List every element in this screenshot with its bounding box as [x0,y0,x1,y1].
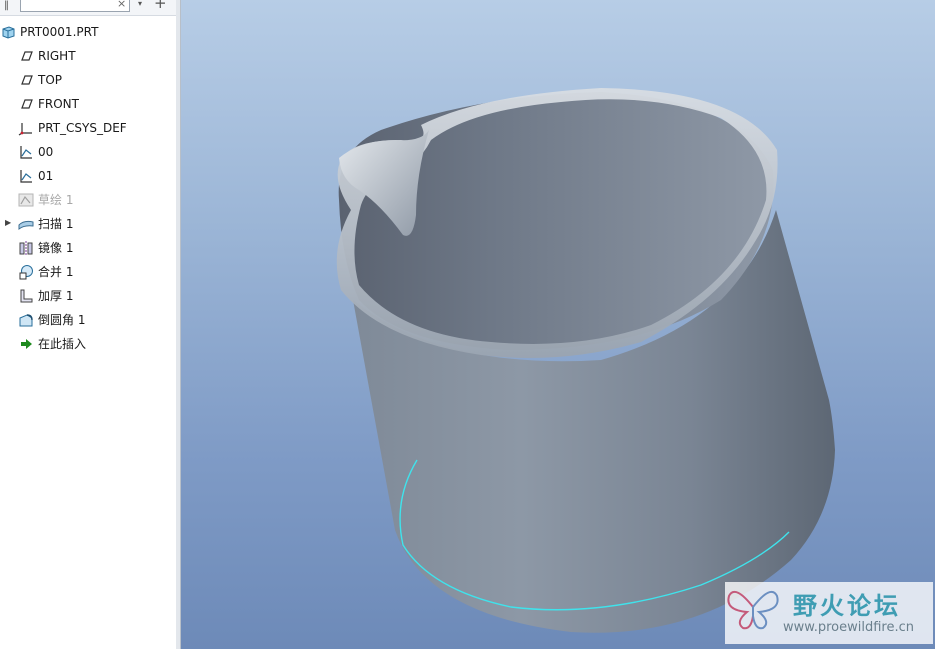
watermark: 野火论坛 www.proewildfire.cn [725,582,933,644]
model-tree-panel: ‖ × ▾ + PRT0001.PRT RIGHT TOP FRONT PRT_… [0,0,177,649]
sketch-icon [18,192,34,208]
sketch-curve-icon [18,144,34,160]
tree-item-mirror-1[interactable]: 镜像 1 [18,238,73,258]
tree-item-00[interactable]: 00 [18,142,53,162]
clear-search-icon[interactable]: × [117,0,126,11]
tree-item-sweep-1[interactable]: 扫描 1 [18,214,73,234]
watermark-url: www.proewildfire.cn [783,620,914,635]
tree-item-label: 镜像 1 [38,241,74,255]
tree-search-input[interactable] [20,0,130,12]
tree-item-front[interactable]: FRONT [18,94,79,114]
tree-item-thicken-1[interactable]: 加厚 1 [18,286,73,306]
tree-item-label: 00 [38,145,54,159]
tree-item-prt-csys-def[interactable]: PRT_CSYS_DEF [18,118,127,138]
tree-item-root[interactable]: PRT0001.PRT [0,22,98,42]
tree-item-label: 加厚 1 [38,289,74,303]
add-column-icon[interactable]: + [154,0,167,11]
tree-item-label: RIGHT [38,49,76,63]
pin-icon[interactable]: ‖ [4,0,9,12]
tree-item-label: 在此插入 [38,337,87,351]
mirror-icon [18,240,34,256]
tree-item-label: 01 [38,169,54,183]
datum-plane-icon [18,72,34,88]
tree-item-merge-1[interactable]: 合并 1 [18,262,73,282]
watermark-title: 野火论坛 [793,592,901,620]
butterfly-logo-icon [727,590,779,630]
tree-item-label: FRONT [38,97,79,111]
pitcher-model-render [336,88,835,633]
expand-arrow-icon[interactable]: ▶ [5,218,11,227]
tree-item-label: 草绘 1 [38,193,74,207]
tree-item-insert-here[interactable]: 在此插入 [18,334,86,354]
sketch-curve-icon [18,168,34,184]
part-icon [0,24,16,40]
graphics-viewport[interactable]: 野火论坛 www.proewildfire.cn [181,0,935,649]
coordinate-system-icon [18,120,34,136]
tree-item-01[interactable]: 01 [18,166,53,186]
tree-item-label: PRT0001.PRT [20,25,99,39]
tree-item-round-1[interactable]: 倒圆角 1 [18,310,85,330]
filter-dropdown-icon[interactable]: ▾ [138,0,142,11]
datum-plane-icon [18,48,34,64]
tree-item-sketch-1[interactable]: 草绘 1 [18,190,73,210]
tree-item-right[interactable]: RIGHT [18,46,76,66]
sweep-icon [18,216,34,232]
thicken-icon [18,288,34,304]
tree-item-label: 合并 1 [38,265,74,279]
tree-item-label: 扫描 1 [38,217,74,231]
round-icon [18,312,34,328]
datum-plane-icon [18,96,34,112]
tree-item-label: PRT_CSYS_DEF [38,121,127,135]
tree-filter-bar: ‖ × ▾ + [0,0,176,16]
insert-here-arrow-icon [18,336,34,352]
tree-item-label: TOP [38,73,63,87]
tree-item-top[interactable]: TOP [18,70,62,90]
tree-item-label: 倒圆角 1 [38,313,86,327]
merge-icon [18,264,34,280]
